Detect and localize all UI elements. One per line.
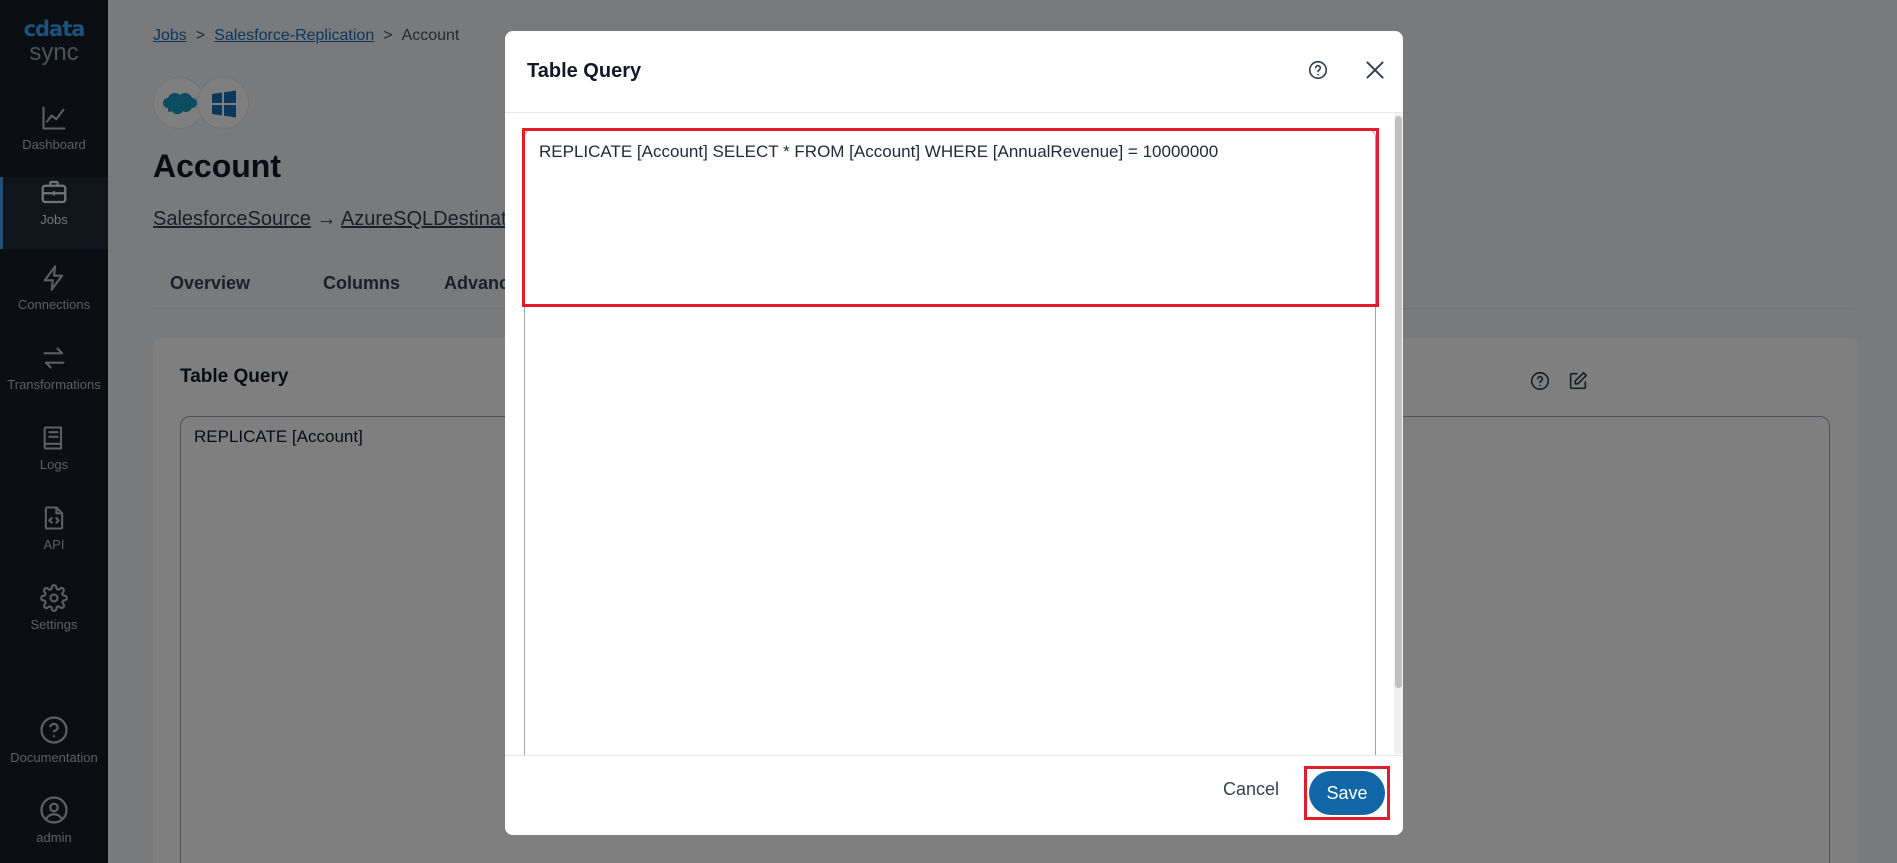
modal-body: REPLICATE [Account] SELECT * FROM [Accou…: [505, 114, 1403, 779]
close-icon[interactable]: [1362, 57, 1388, 88]
query-editor[interactable]: REPLICATE [Account] SELECT * FROM [Accou…: [524, 129, 1376, 779]
cancel-button[interactable]: Cancel: [1223, 779, 1279, 800]
modal-header: Table Query: [505, 31, 1403, 113]
help-icon[interactable]: [1307, 59, 1329, 86]
table-query-modal: Table Query REPLICATE [Account] SELECT *…: [505, 31, 1403, 835]
modal-footer: Cancel Save: [505, 755, 1403, 835]
modal-title: Table Query: [527, 60, 642, 82]
save-button[interactable]: Save: [1309, 771, 1385, 815]
scrollbar-thumb[interactable]: [1395, 116, 1402, 688]
